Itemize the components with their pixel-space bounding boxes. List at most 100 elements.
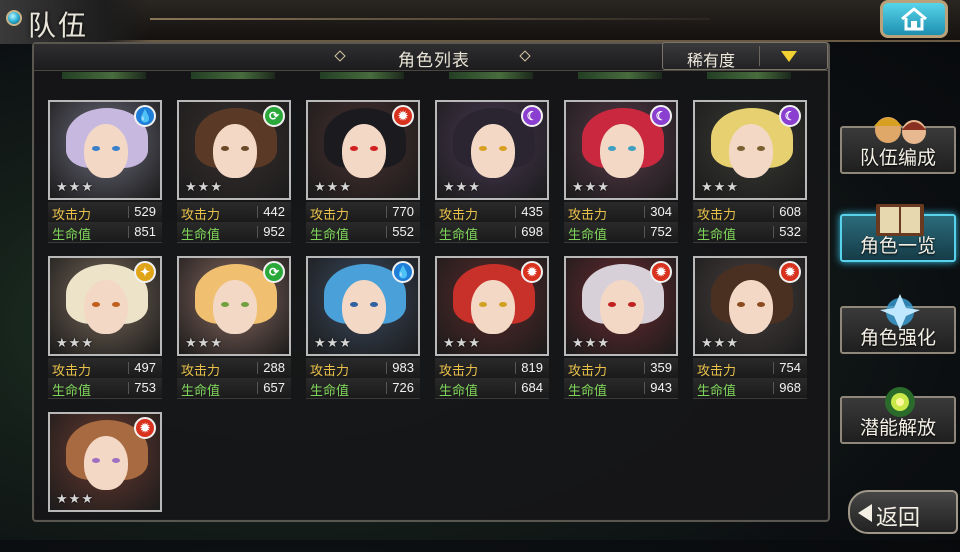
sort-dropdown[interactable]: 稀有度 — [662, 42, 828, 70]
star-icon: ★ — [339, 179, 351, 194]
hp-stat: 生命值 726 — [306, 378, 420, 399]
character-portrait: ★ ★ ★ 💧 — [48, 100, 162, 200]
star-icon: ★ — [584, 335, 597, 350]
sidebar-item-2[interactable]: 角色一览 — [840, 204, 956, 262]
attack-stat-value: 288 — [263, 360, 285, 375]
stat-divider — [386, 382, 387, 394]
attack-stat-label: 攻击力 — [52, 363, 92, 378]
star-icon: ★ — [572, 335, 584, 350]
hp-stat: 生命值 952 — [177, 222, 291, 243]
character-card[interactable]: ★ ★ ★ ⟳ 攻击力 442 生命值 952 — [177, 100, 291, 243]
character-card[interactable]: ★ ★ ★ ⟳ 攻击力 288 生命值 657 — [177, 256, 291, 399]
attack-stat: 攻击力 435 — [435, 202, 549, 223]
stat-divider — [386, 206, 387, 218]
character-portrait: ★ ★ ★ ✹ — [693, 256, 807, 356]
sidebar-item-1[interactable]: 队伍编成 — [840, 117, 956, 174]
attack-stat-value: 770 — [392, 204, 414, 219]
stat-divider — [773, 382, 774, 394]
cut-stat-row — [191, 72, 275, 82]
cut-stat-bar — [578, 72, 662, 79]
triangle-down-icon — [781, 51, 797, 62]
star-icon: ★ — [210, 335, 222, 350]
character-card[interactable]: ★ ★ ★ ✹ 攻击力 770 生命值 552 — [306, 100, 420, 243]
home-button[interactable] — [880, 0, 948, 38]
rarity-stars: ★ ★ ★ — [443, 180, 480, 194]
star-icon: ★ — [326, 335, 339, 350]
stat-divider — [257, 226, 258, 238]
hp-stat-value: 657 — [263, 380, 285, 395]
character-card[interactable]: ★ ★ ★ ✹ 攻击力 359 生命值 943 — [564, 256, 678, 399]
hp-stat: 生命值 684 — [435, 378, 549, 399]
hp-stat: 生命值 943 — [564, 378, 678, 399]
star-icon: ★ — [455, 335, 468, 350]
hp-stat-label: 生命值 — [310, 383, 350, 398]
wind-element-icon: ⟳ — [263, 105, 285, 127]
star-icon: ★ — [443, 179, 455, 194]
hp-stat-label: 生命值 — [310, 227, 350, 242]
hp-stat-label: 生命值 — [439, 227, 479, 242]
character-card[interactable]: ★ ★ ★ ☾ 攻击力 435 生命值 698 — [435, 100, 549, 243]
character-card[interactable]: ★ ★ ★ 💧 攻击力 983 生命值 726 — [306, 256, 420, 399]
gem-icon — [6, 10, 22, 26]
attack-stat-value: 442 — [263, 204, 285, 219]
attack-stat: 攻击力 288 — [177, 358, 291, 379]
star-icon: ★ — [185, 335, 197, 350]
star-icon: ★ — [314, 335, 326, 350]
character-portrait: ★ ★ ★ ✹ — [306, 100, 420, 200]
attack-stat-value: 983 — [392, 360, 414, 375]
attack-stat-label: 攻击力 — [568, 363, 608, 378]
star-icon: ★ — [68, 335, 81, 350]
character-card[interactable]: ★ ★ ★ ✹ — [48, 412, 162, 552]
character-card[interactable]: ★ ★ ★ ✦ 攻击力 497 生命值 753 — [48, 256, 162, 399]
stat-divider — [128, 226, 129, 238]
water-element-icon: 💧 — [392, 261, 414, 283]
cut-stat-bar — [320, 72, 404, 79]
rarity-stars: ★ ★ ★ — [443, 336, 480, 350]
star-icon: ★ — [81, 491, 93, 506]
attack-stat-value: 497 — [134, 360, 156, 375]
character-card[interactable]: ★ ★ ★ ✹ 攻击力 819 生命值 684 — [435, 256, 549, 399]
sidebar-item-4[interactable]: 潜能解放 — [840, 387, 956, 444]
rarity-stars: ★ ★ ★ — [572, 336, 609, 350]
fire-element-icon: ✹ — [392, 105, 414, 127]
dark-element-icon: ☾ — [521, 105, 543, 127]
header-ornament — [150, 18, 710, 20]
character-card[interactable]: ★ ★ ★ 💧 攻击力 529 生命值 851 — [48, 100, 162, 243]
star-icon: ★ — [468, 179, 480, 194]
star-icon: ★ — [443, 335, 455, 350]
hp-stat-label: 生命值 — [52, 227, 92, 242]
cut-stat-bar — [62, 72, 146, 79]
wind-element-icon: ⟳ — [263, 261, 285, 283]
character-card[interactable]: ★ ★ ★ ✹ 攻击力 754 生命值 968 — [693, 256, 807, 399]
sidebar-item-label: 潜能解放 — [859, 418, 936, 439]
stat-divider — [128, 382, 129, 394]
hp-stat-label: 生命值 — [568, 227, 608, 242]
stat-divider — [515, 206, 516, 218]
attack-stat-label: 攻击力 — [181, 363, 221, 378]
character-list-panel: 角色列表 稀有度 ★ ★ ★ 💧 攻击力 529 生命值 851 ★ ★ ★ ⟳ 攻击力 442 生命值 9… — [32, 42, 830, 522]
attack-stat-value: 819 — [521, 360, 543, 375]
stat-divider — [515, 382, 516, 394]
hp-stat-value: 943 — [650, 380, 672, 395]
character-portrait: ★ ★ ★ ✹ — [435, 256, 549, 356]
star-icon: ★ — [468, 335, 480, 350]
attack-stat-value: 529 — [134, 204, 156, 219]
back-label: 返回 — [876, 505, 921, 530]
star-icon: ★ — [314, 179, 326, 194]
sidebar-item-3[interactable]: 角色强化 — [840, 294, 956, 354]
character-card[interactable]: ★ ★ ★ ☾ 攻击力 304 生命值 752 — [564, 100, 678, 243]
attack-stat-value: 359 — [650, 360, 672, 375]
hp-stat-label: 生命值 — [181, 227, 221, 242]
hp-stat-label: 生命值 — [439, 383, 479, 398]
star-icon: ★ — [726, 335, 738, 350]
star-icon: ★ — [56, 335, 68, 350]
star-icon: ★ — [68, 491, 81, 506]
rarity-stars: ★ ★ ★ — [185, 336, 222, 350]
back-button[interactable]: 返回 — [848, 490, 958, 534]
character-card[interactable]: ★ ★ ★ ☾ 攻击力 608 生命值 532 — [693, 100, 807, 243]
top-bar: 队伍 — [0, 0, 960, 44]
attack-stat: 攻击力 497 — [48, 358, 162, 379]
stat-divider — [257, 382, 258, 394]
hp-stat-value: 753 — [134, 380, 156, 395]
attack-stat-label: 攻击力 — [697, 363, 737, 378]
